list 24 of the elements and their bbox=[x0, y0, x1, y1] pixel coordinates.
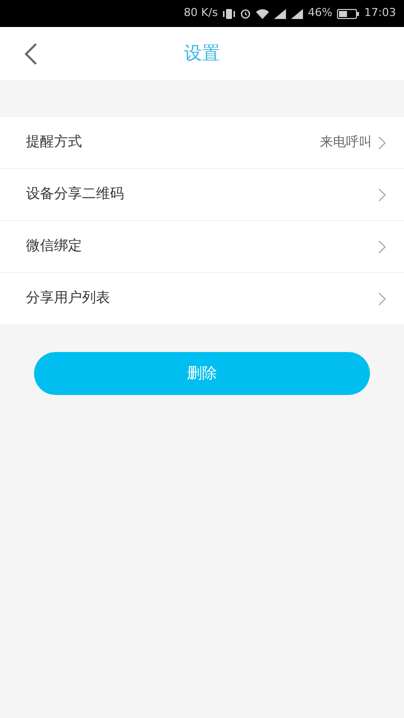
setting-label: 分享用户列表 bbox=[26, 289, 111, 308]
settings-row[interactable]: 提醒方式 来电呼叫 bbox=[0, 117, 404, 169]
back-icon[interactable] bbox=[24, 42, 38, 66]
settings-row[interactable]: 设备分享二维码 bbox=[0, 169, 404, 221]
setting-label: 微信绑定 bbox=[26, 237, 83, 256]
battery-percent: 46% bbox=[308, 5, 332, 22]
chevron-icon bbox=[378, 240, 386, 254]
chevron-icon bbox=[378, 188, 386, 202]
chevron-icon bbox=[378, 292, 386, 306]
settings-row[interactable]: 分享用户列表 bbox=[0, 273, 404, 325]
signal-icon bbox=[274, 8, 286, 18]
setting-label: 设备分享二维码 bbox=[26, 185, 125, 204]
signal-icon bbox=[290, 8, 303, 18]
setting-value: 来电呼叫 bbox=[320, 134, 372, 152]
clock: 17:03 bbox=[364, 5, 396, 22]
vibrate-icon bbox=[222, 8, 235, 18]
wifi-icon bbox=[256, 8, 269, 18]
chevron-icon bbox=[378, 136, 386, 150]
page-title: 设置 bbox=[184, 42, 220, 66]
alarm-icon bbox=[240, 8, 251, 19]
setting-label: 提醒方式 bbox=[26, 133, 83, 152]
battery-icon bbox=[337, 8, 360, 18]
network-speed: 80 K/s bbox=[184, 5, 218, 22]
settings-row[interactable]: 微信绑定 bbox=[0, 221, 404, 273]
